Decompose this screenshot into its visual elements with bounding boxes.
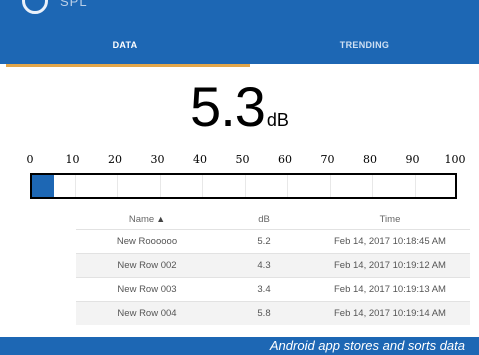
table-row[interactable]: New Row 004 5.8 Feb 14, 2017 10:19:14 AM	[76, 301, 470, 325]
row-time: Feb 14, 2017 10:19:12 AM	[310, 253, 470, 278]
scale-tick-label: 20	[108, 153, 122, 166]
row-name: New Row 004	[76, 301, 218, 325]
row-name: New Row 002	[76, 253, 218, 278]
table-row[interactable]: New Row 003 3.4 Feb 14, 2017 10:19:13 AM	[76, 277, 470, 302]
column-header-name[interactable]: Name ▲	[76, 209, 218, 230]
row-time: Feb 14, 2017 10:19:14 AM	[310, 301, 470, 325]
meter-gridline	[287, 175, 288, 197]
meter-gridline	[117, 175, 118, 197]
current-reading: 5.3 dB	[0, 74, 479, 139]
meter-gridline	[74, 175, 76, 197]
row-db: 4.3	[218, 253, 310, 278]
meter-gridline	[159, 175, 161, 197]
reading-value: 5.3	[190, 75, 266, 138]
scale-tick-label: 10	[65, 153, 80, 166]
row-db: 5.2	[218, 229, 310, 254]
scale-tick-label: 90	[405, 153, 420, 166]
meter-gridline	[329, 175, 331, 197]
column-header-db[interactable]: dB	[218, 209, 310, 230]
row-db: 3.4	[218, 277, 310, 302]
tab-trending[interactable]: TRENDING	[250, 40, 479, 50]
row-db: 5.8	[218, 301, 310, 325]
scale-tick-label: 100	[444, 153, 466, 166]
meter-gridline	[414, 175, 416, 197]
sort-ascending-icon: ▲	[156, 213, 166, 224]
row-time: Feb 14, 2017 10:18:45 AM	[310, 229, 470, 254]
meter-scale: 0 10 20 30 40 50 60 70 80 90 100	[0, 153, 479, 167]
scale-tick-label: 0	[26, 153, 34, 166]
level-meter	[30, 173, 457, 199]
scale-tick-label: 60	[278, 153, 292, 166]
table-row[interactable]: New Row 002 4.3 Feb 14, 2017 10:19:12 AM	[76, 253, 470, 278]
readings-table: Name ▲ dB Time New Roooooo 5.2 Feb 14, 20…	[76, 209, 470, 325]
table-row[interactable]: New Roooooo 5.2 Feb 14, 2017 10:18:45 AM	[76, 229, 470, 254]
scale-tick-label: 80	[363, 153, 377, 166]
reading-unit: dB	[266, 110, 289, 130]
scale-tick-label: 70	[320, 153, 335, 166]
tab-data[interactable]: DATA	[0, 40, 250, 50]
scale-tick-label: 50	[235, 153, 250, 166]
caption-bar: Android app stores and sorts data	[0, 337, 479, 355]
scale-tick-label: 40	[193, 153, 207, 166]
caption-text: Android app stores and sorts data	[269, 338, 465, 353]
row-name: New Roooooo	[76, 229, 218, 254]
row-name: New Row 003	[76, 277, 218, 302]
column-header-name-label: Name	[128, 213, 155, 225]
active-tab-indicator	[6, 64, 250, 67]
scale-tick-label: 30	[150, 153, 165, 166]
overflow-menu-icon[interactable]	[445, 0, 455, 6]
row-time: Feb 14, 2017 10:19:13 AM	[310, 277, 470, 302]
app-title: SPL	[60, 0, 88, 9]
column-header-time[interactable]: Time	[310, 209, 470, 230]
meter-fill	[32, 175, 55, 197]
table-header-row: Name ▲ dB Time	[76, 209, 470, 230]
meter-gridline	[202, 175, 203, 197]
app-bar: SPL DATA TRENDING	[0, 0, 479, 64]
meter-icon	[22, 0, 48, 14]
meter-gridline	[372, 175, 373, 197]
meter-gridline	[244, 175, 246, 197]
